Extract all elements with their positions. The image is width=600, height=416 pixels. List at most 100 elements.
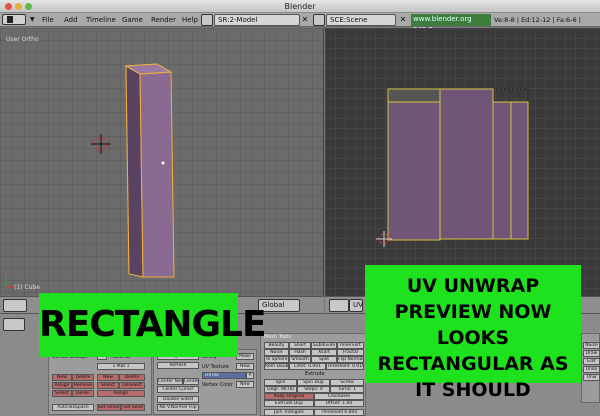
extrude-label: Extrude (305, 371, 325, 377)
extrude-dup-button[interactable]: Extrude Dup (264, 400, 314, 407)
link-materials-panel: Vertex Groups Material 1 Mat 1 New Delet… (48, 349, 152, 415)
blender-url[interactable]: www.blender.org 249.2 (411, 14, 491, 34)
material-delete-button[interactable]: Delete (119, 374, 145, 381)
vertex-color-new-button[interactable]: New (236, 381, 254, 388)
fractal-button[interactable]: Fractal (337, 349, 364, 356)
threshold-field[interactable]: Threshold: 0.010 (326, 363, 364, 370)
join-threshold-field[interactable]: Threshold 0.800 (314, 409, 364, 416)
uv-preview-annotation: UV UNWRAP PREVIEW NOW LOOKS RECTANGULAR … (365, 265, 581, 401)
offset-field[interactable]: Offset: 1.00 (314, 400, 364, 407)
undo-toggle[interactable]: Undo (583, 366, 600, 373)
xsort-button[interactable]: Xsort (311, 349, 337, 356)
vertex-color-label: Vertex Color (202, 382, 233, 388)
vgroup-remove-button[interactable]: Remove (72, 382, 94, 389)
noise-button[interactable]: Noise (264, 349, 289, 356)
turns-field[interactable]: Turns: 1 (330, 386, 364, 393)
uv-texture-label: UV Texture (202, 364, 229, 370)
close-window-button[interactable] (5, 3, 12, 10)
hash-button[interactable]: Hash (289, 349, 311, 356)
rem-doubles-button[interactable]: Rem Doubles (264, 363, 289, 370)
vgroup-select-button[interactable]: Select (52, 390, 72, 397)
keep-original-toggle[interactable]: Keep Original (264, 393, 314, 400)
limit-field[interactable]: Limit: 0.001 (289, 363, 326, 370)
main-menubar: ▼ File Add Timeline Game Render Help SR:… (0, 13, 600, 34)
window-title: Blender (284, 2, 316, 11)
scene-browse-button[interactable] (313, 14, 325, 26)
sticky-make-button[interactable]: Make (236, 353, 254, 360)
double-sided-button[interactable]: Double Sided (157, 396, 199, 403)
uv-cursor-icon[interactable] (376, 231, 392, 247)
uv-view-menu[interactable]: UV (349, 299, 363, 312)
to-sphere-button[interactable]: To Sphere (264, 356, 289, 363)
menu-render[interactable]: Render (151, 15, 176, 25)
uvtex-delete-icon[interactable]: ✕ (246, 372, 254, 379)
scene-field[interactable]: SCE:Scene (326, 14, 396, 26)
screen-field[interactable]: SR:2-Model (214, 14, 300, 26)
short-button[interactable]: Short (289, 342, 311, 349)
degr-field[interactable]: Degr: 90.00 (264, 386, 297, 393)
uv-texture-new-button[interactable]: New (236, 363, 254, 370)
uv-layout[interactable] (325, 28, 600, 296)
editor-type-menu[interactable] (3, 299, 27, 312)
material-new-button[interactable]: New (97, 374, 119, 381)
refresh-button[interactable]: Refresh (157, 362, 199, 369)
zoom-window-button[interactable] (25, 3, 32, 10)
material-assign-button[interactable]: Assign (97, 390, 145, 397)
mesh-tools-title: Mesh Tools (264, 334, 292, 340)
menu-timeline[interactable]: Timeline (86, 15, 116, 25)
mesh-panel: Degr: 30 Refresh Center New Center Cente… (153, 349, 257, 415)
join-triangles-button[interactable]: Join Triangles (264, 409, 314, 416)
nsize-field[interactable]: NSize (583, 342, 600, 349)
menu-file[interactable]: File (42, 15, 54, 25)
title-bar: Blender (0, 0, 600, 13)
uv-editor-type-menu[interactable] (329, 299, 349, 312)
uvtex-layer-field[interactable]: UVTex (202, 372, 246, 379)
material-select-button[interactable]: Select (97, 382, 119, 389)
smooth-button[interactable]: Smooth (289, 356, 311, 363)
autotexspace-button[interactable]: AutoTexSpace (52, 404, 94, 411)
spin-dup-button[interactable]: Spin Dup (297, 379, 330, 386)
mesh-cube[interactable] (0, 28, 324, 296)
subdivide-button[interactable]: Subdivide (311, 342, 337, 349)
center-new-button[interactable]: Center New (157, 378, 183, 385)
split-button[interactable]: Split (311, 356, 337, 363)
window-type-menu[interactable] (2, 14, 26, 25)
menu-help[interactable]: Help (182, 15, 198, 25)
unwrap-button[interactable]: Unw (583, 374, 600, 381)
screen-browse-button[interactable] (201, 14, 213, 26)
scene-stats: Ve:8-8 | Ed:12-12 | Fa:6-6 | (494, 16, 581, 24)
scene-delete-icon[interactable]: ✕ (398, 14, 408, 26)
menu-add[interactable]: Add (64, 15, 78, 25)
set-solid-button[interactable]: Set Solid (121, 404, 145, 411)
edit-toggle[interactable]: Edit (583, 358, 600, 365)
3d-cursor-icon[interactable] (91, 134, 111, 154)
minimize-window-button[interactable] (15, 3, 22, 10)
vgroup-delete-button[interactable]: Delete (72, 374, 94, 381)
screen-delete-icon[interactable]: ✕ (300, 14, 310, 26)
set-smooth-button[interactable]: Set Smooth (97, 404, 121, 411)
steps-field[interactable]: Steps: 9 (297, 386, 330, 393)
vgroup-assign-button[interactable]: Assign (52, 382, 72, 389)
uv-image-editor[interactable] (325, 28, 600, 296)
object-label: (1) Cube (14, 284, 40, 291)
center-button[interactable]: Center (183, 378, 199, 385)
collapse-menu-icon[interactable]: ▼ (30, 15, 35, 25)
screw-button[interactable]: Screw (330, 379, 364, 386)
viewport-3d[interactable]: User Ortho (1) Cube (0, 28, 324, 296)
material-deselect-button[interactable]: Deselect (119, 382, 145, 389)
vgroup-deselect-button[interactable]: Desel. (72, 390, 94, 397)
center-cursor-button[interactable]: Center Cursor (157, 386, 199, 393)
mesh-tools-panel: Mesh Tools Beauty Short Subdivide Innerv… (260, 333, 366, 416)
material-slot-field[interactable]: 1 Mat 1 (97, 363, 145, 370)
menu-game[interactable]: Game (122, 15, 143, 25)
buttons-type-menu[interactable] (3, 318, 25, 331)
beauty-button[interactable]: Beauty (264, 342, 289, 349)
no-vnormal-flip-button[interactable]: No V.Normal Flip (157, 404, 199, 411)
innervert-button[interactable]: Innervert (337, 342, 364, 349)
info-icon (7, 16, 13, 23)
draw-toggle[interactable]: Draw (583, 350, 600, 357)
flip-normals-button[interactable]: Flip Normals (337, 356, 364, 363)
vgroup-new-button[interactable]: New (52, 374, 72, 381)
spin-button[interactable]: Spin (264, 379, 297, 386)
clockwise-toggle[interactable]: Clockwise (314, 393, 364, 400)
